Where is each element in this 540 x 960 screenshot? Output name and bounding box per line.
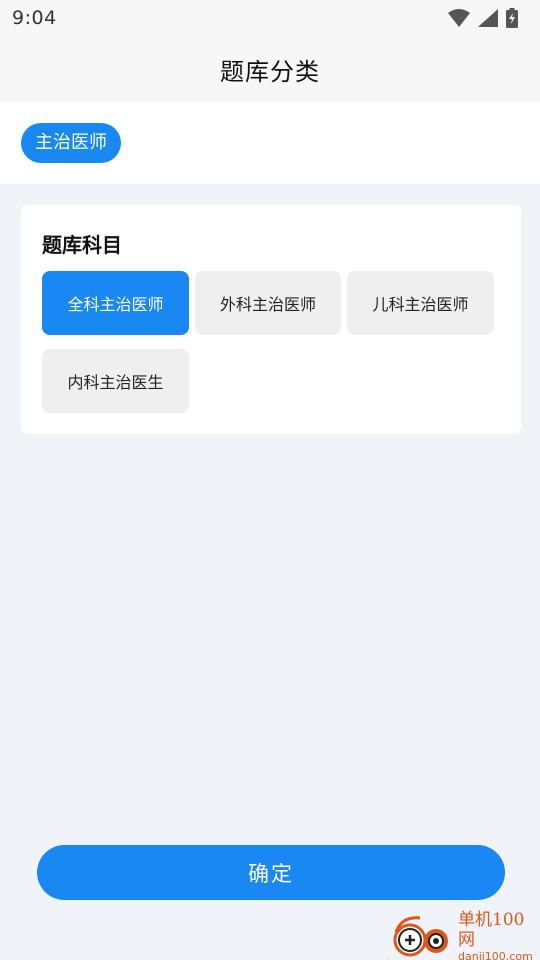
subject-card: 题库科目 全科主治医师 外科主治医师 儿科主治医师 内科主治医生 xyxy=(21,205,521,434)
wifi-icon xyxy=(448,9,470,27)
subject-grid: 全科主治医师 外科主治医师 儿科主治医师 内科主治医生 xyxy=(42,271,502,413)
category-chip-selected[interactable]: 主治医师 xyxy=(21,123,121,163)
subject-option-pediatrics[interactable]: 儿科主治医师 xyxy=(347,271,494,335)
category-bar: 主治医师 xyxy=(0,102,540,184)
app-screen: 9:04 题库分类 主治医师 题库科目 全科主治医师 外科主治医师 儿科主治医师… xyxy=(0,0,540,960)
status-icons xyxy=(448,8,518,28)
subject-option-general[interactable]: 全科主治医师 xyxy=(42,271,189,335)
watermark-name: 单机100网 xyxy=(458,910,525,950)
page-title: 题库分类 xyxy=(220,57,320,86)
app-header: 题库分类 xyxy=(0,36,540,102)
status-time: 9:04 xyxy=(12,7,57,29)
watermark: 单机100网 danji100.com xyxy=(390,910,540,960)
confirm-button[interactable]: 确定 xyxy=(37,845,505,900)
battery-charging-icon xyxy=(506,8,518,28)
cellular-signal-icon xyxy=(478,9,498,27)
subject-card-title: 题库科目 xyxy=(42,233,122,257)
subject-option-surgery[interactable]: 外科主治医师 xyxy=(195,271,341,335)
watermark-text: 单机100网 danji100.com xyxy=(458,910,540,960)
status-bar: 9:04 xyxy=(0,0,540,36)
watermark-url: danji100.com xyxy=(458,950,533,960)
subject-option-internal-medicine[interactable]: 内科主治医生 xyxy=(42,349,189,413)
watermark-logo-icon xyxy=(390,914,458,960)
